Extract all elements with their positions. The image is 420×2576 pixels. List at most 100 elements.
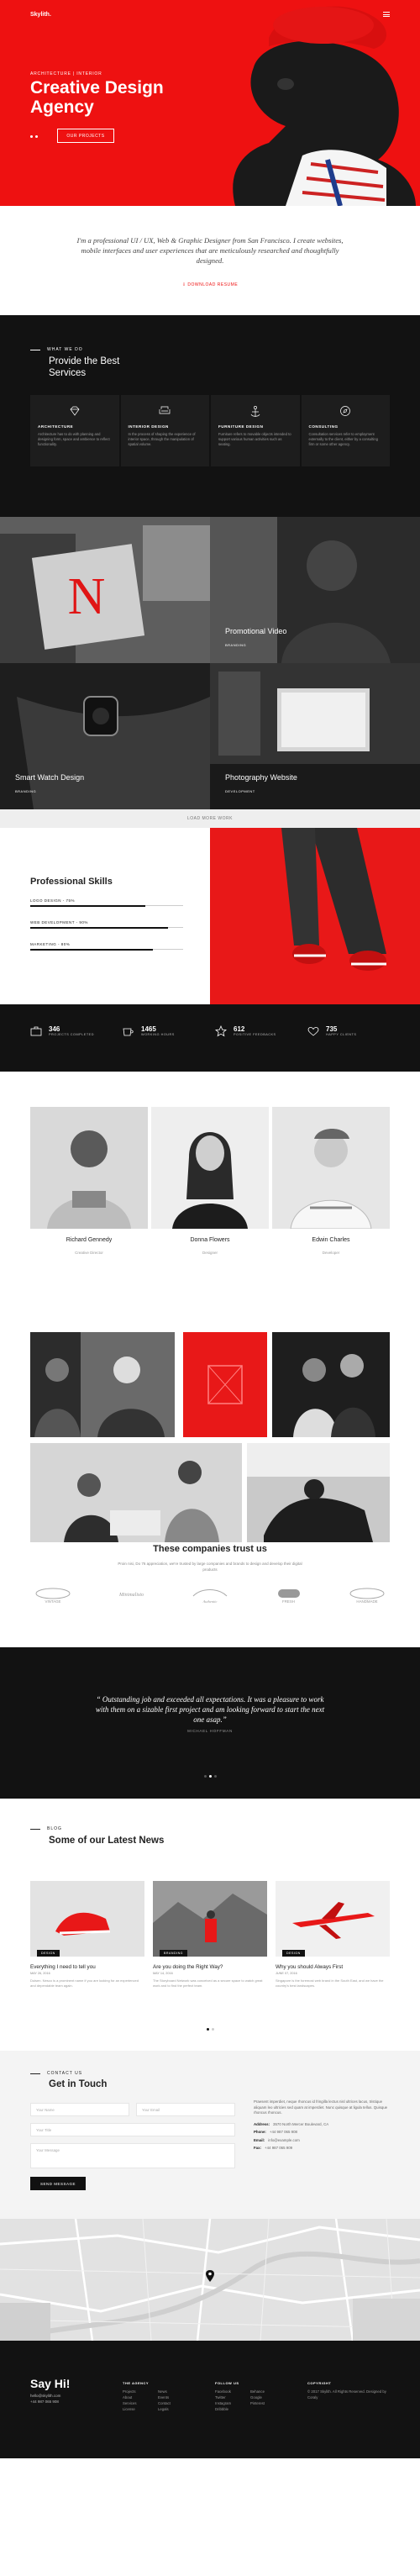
email-label: Email: bbox=[254, 2137, 265, 2142]
blog-section: BLOG Some of our Latest News DESIGN Ever… bbox=[0, 1799, 420, 2051]
blog-post[interactable]: DESIGN Why you should Always First JUNE … bbox=[276, 1881, 390, 1989]
client-logo[interactable]: Minimalisto bbox=[109, 1584, 155, 1606]
portfolio-caption: Smart Watch Design BRANDING bbox=[15, 773, 84, 797]
service-card[interactable]: CONSULTING Consultation services refer t… bbox=[301, 395, 390, 466]
gallery-image[interactable] bbox=[272, 1332, 390, 1437]
send-message-button[interactable]: SEND MESSAGE bbox=[30, 2177, 86, 2190]
footer-link[interactable]: News bbox=[158, 2389, 193, 2394]
footer-link[interactable]: Legals bbox=[158, 2406, 193, 2412]
footer-agency: THE AGENCY Projects News About Events Se… bbox=[123, 2380, 193, 2412]
hero-slider-dots[interactable] bbox=[30, 135, 38, 138]
team-role: Designer bbox=[202, 1251, 218, 1255]
portfolio-tile-video[interactable]: Promotional Video BRANDING bbox=[210, 517, 420, 663]
footer-follow: FOLLOW US Facebook Behance Twitter Googl… bbox=[215, 2380, 286, 2412]
contact-label-text: CONTACT US bbox=[47, 2071, 83, 2076]
footer-social-link[interactable]: Pinterest bbox=[250, 2400, 286, 2406]
footer-social-link[interactable]: Instagram bbox=[215, 2400, 250, 2406]
skills-section: Professional Skills LOGO DESIGN - 75% WE… bbox=[0, 828, 420, 1004]
service-card[interactable]: INTERIOR DESIGN In the process of shapin… bbox=[120, 395, 209, 466]
load-more-button[interactable]: LOAD MORE WORK bbox=[0, 809, 420, 828]
clients-text: Proin nisi, Do 76 appreciation, we're tr… bbox=[118, 1562, 302, 1572]
client-logo[interactable]: FRESH bbox=[266, 1584, 312, 1606]
service-title: ARCHITECTURE bbox=[38, 424, 74, 429]
service-title: INTERIOR DESIGN bbox=[128, 424, 169, 429]
site-logo[interactable]: Skylith. bbox=[30, 12, 51, 18]
blog-tag: DESIGN bbox=[282, 1950, 305, 1957]
blog-label: BLOG bbox=[30, 1826, 62, 1831]
title-field[interactable]: Your Title bbox=[30, 2123, 235, 2136]
contact-info-text: Praesent imperdiet, neque rhoncus id fri… bbox=[254, 2099, 388, 2115]
footer-link[interactable]: Contact bbox=[158, 2400, 193, 2406]
portfolio-title: Smart Watch Design bbox=[15, 773, 85, 782]
stat-label: POSITIVE FEEDBACKS bbox=[234, 1033, 276, 1036]
blog-post[interactable]: DESIGN Everything I need to tell you MAY… bbox=[30, 1881, 144, 1989]
stat-item: 346 PROJECTS COMPLETED bbox=[30, 1025, 94, 1040]
footer-copyright-text: © 2017 Skylith. All Rights Reserved. Des… bbox=[307, 2389, 386, 2400]
team-member[interactable]: Richard Gennedy Creative Director bbox=[30, 1107, 148, 1258]
footer-link[interactable]: About bbox=[123, 2394, 158, 2400]
client-logo[interactable]: HANDMADE bbox=[344, 1584, 390, 1606]
service-card[interactable]: FURNITURE DESIGN Furniture refers to mov… bbox=[211, 395, 300, 466]
blog-post-title: Everything I need to tell you bbox=[30, 1964, 96, 1970]
gallery-image[interactable] bbox=[81, 1332, 175, 1437]
footer-social-link[interactable]: Dribbble bbox=[215, 2406, 250, 2412]
testimonial-dots[interactable] bbox=[0, 1775, 420, 1778]
name-field[interactable]: Your Name bbox=[30, 2103, 129, 2116]
footer-link[interactable]: Events bbox=[158, 2394, 193, 2400]
footer-title: Say Hi! bbox=[30, 2377, 71, 2390]
download-resume-link[interactable]: ⇩ DOWNLOAD RESUME bbox=[0, 282, 420, 287]
download-label: DOWNLOAD RESUME bbox=[187, 282, 239, 287]
footer-phone: +44 987 065 908 bbox=[30, 2400, 59, 2404]
team-member[interactable]: Donna Flowers Designer bbox=[151, 1107, 269, 1258]
gallery-image[interactable] bbox=[30, 1443, 242, 1542]
email-value[interactable]: info@example.com bbox=[268, 2138, 300, 2144]
footer-social-link[interactable]: Behance bbox=[250, 2389, 286, 2394]
gallery-image[interactable] bbox=[183, 1332, 267, 1437]
our-projects-button[interactable]: OUR PROJECTS bbox=[57, 129, 114, 143]
phone-value: +44 987 065 908 bbox=[269, 2130, 297, 2134]
services-section: WHAT WE DO Provide the Best Services ARC… bbox=[0, 315, 420, 517]
footer-agency-title: THE AGENCY bbox=[123, 2381, 150, 2385]
footer-link[interactable]: Services bbox=[123, 2400, 158, 2406]
gallery-image[interactable] bbox=[30, 1332, 81, 1437]
portfolio-tile-book[interactable]: N bbox=[0, 517, 210, 663]
map-section[interactable] bbox=[0, 2219, 420, 2341]
footer-link[interactable]: Projects bbox=[123, 2389, 158, 2394]
footer-section: Say Hi! hello@skylith.com +44 987 065 908… bbox=[0, 2341, 420, 2458]
portfolio-title: Promotional Video bbox=[225, 627, 287, 635]
portfolio-tile-watch[interactable]: Smart Watch Design BRANDING bbox=[0, 663, 210, 809]
stat-item: 1465 WORKING HOURS bbox=[123, 1025, 175, 1040]
skill-fill bbox=[30, 904, 145, 907]
client-logo[interactable]: Authentic bbox=[187, 1584, 233, 1606]
client-logo-text: FRESH bbox=[282, 1599, 295, 1604]
blog-dots[interactable] bbox=[0, 2028, 420, 2031]
service-title: FURNITURE DESIGN bbox=[218, 424, 264, 429]
team-name: Donna Flowers bbox=[190, 1237, 230, 1243]
services-list: ARCHITECTURE Architecture has to do with… bbox=[30, 395, 390, 466]
hero-kicker: ARCHITECTURE | INTERIOR bbox=[30, 71, 102, 76]
address-label: Address: bbox=[254, 2121, 270, 2126]
footer-email[interactable]: hello@skylith.com bbox=[30, 2393, 60, 2399]
gallery-image[interactable] bbox=[247, 1443, 390, 1542]
message-field[interactable]: Your Message bbox=[30, 2143, 235, 2168]
portfolio-section: N Promotional Video BRANDING Smart Watch … bbox=[0, 517, 420, 828]
footer-social-link[interactable]: Twitter bbox=[215, 2394, 250, 2400]
hero-section: Skylith. ARCHITECTURE | INTERIOR Creativ… bbox=[0, 0, 420, 206]
service-card[interactable]: ARCHITECTURE Architecture has to do with… bbox=[30, 395, 119, 466]
footer-link[interactable]: License bbox=[123, 2406, 158, 2412]
email-field[interactable]: Your Email bbox=[136, 2103, 235, 2116]
footer-social-link[interactable]: Google bbox=[250, 2394, 286, 2400]
service-text: Architecture has to do with planning and… bbox=[38, 432, 110, 446]
blog-post[interactable]: BRANDING Are you doing the Right Way? MA… bbox=[153, 1881, 267, 1989]
client-logo[interactable]: VINTAGE bbox=[30, 1584, 76, 1606]
map-pin-icon[interactable] bbox=[205, 2269, 215, 2283]
skill-label: LOGO DESIGN - 75% bbox=[30, 898, 76, 903]
portfolio-caption: Promotional Video BRANDING bbox=[225, 627, 286, 651]
contact-label: CONTACT US bbox=[30, 2071, 82, 2076]
stat-number: 735 bbox=[326, 1025, 338, 1033]
intro-text: I'm a professional UI / UX, Web & Graphi… bbox=[76, 236, 344, 265]
footer-social-link[interactable]: Facebook bbox=[215, 2389, 250, 2394]
portfolio-tile-photo[interactable]: Photography Website DEVELOPMENT bbox=[210, 663, 420, 809]
team-member[interactable]: Edwin Charles Developer bbox=[272, 1107, 390, 1258]
sofa-icon bbox=[129, 405, 202, 419]
